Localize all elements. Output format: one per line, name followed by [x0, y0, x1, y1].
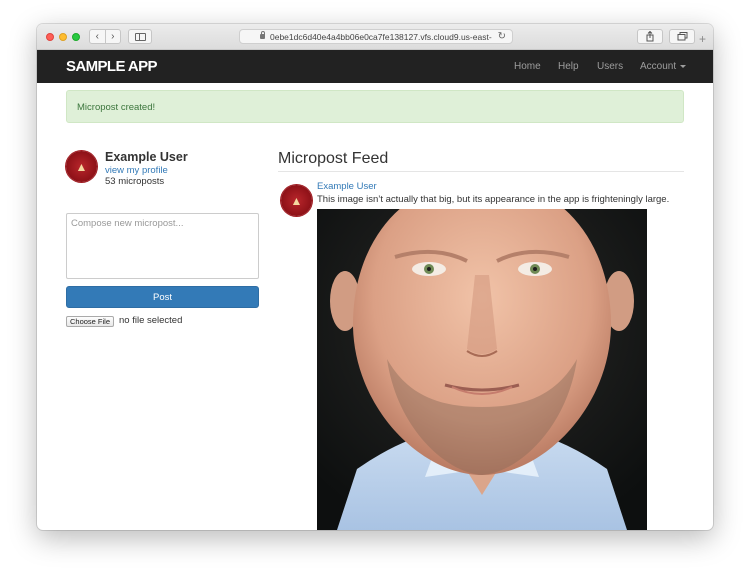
sidebar-toggle-button[interactable] — [128, 29, 152, 44]
choose-file-button[interactable]: Choose File — [66, 316, 115, 327]
micropost-input[interactable] — [66, 213, 259, 279]
flash-message: Micropost created! — [77, 102, 156, 113]
file-status: no file selected — [119, 315, 183, 326]
micropost-count: 53 microposts — [105, 176, 165, 187]
graduation-cap-icon: ▲ — [75, 159, 88, 174]
browser-window: ‹ › 0ebe1dc6d40e4a4bb06e0ca7fe138127.vfs… — [37, 24, 713, 530]
avatar[interactable]: ▲ — [281, 185, 312, 216]
zoom-window-button[interactable] — [72, 33, 80, 41]
address-bar[interactable]: 0ebe1dc6d40e4a4bb06e0ca7fe138127.vfs.clo… — [239, 29, 513, 44]
sidebar-icon — [134, 32, 146, 41]
history-nav-group: ‹ › — [89, 29, 121, 44]
nav-home-link[interactable]: Home — [514, 61, 541, 72]
forward-icon[interactable]: › — [104, 30, 121, 43]
nav-help-link[interactable]: Help — [558, 61, 579, 72]
plus-icon[interactable]: + — [699, 32, 706, 46]
view-profile-link[interactable]: view my profile — [105, 165, 168, 176]
minimize-window-button[interactable] — [59, 33, 67, 41]
flash-success: Micropost created! — [66, 90, 684, 123]
site-navbar: SAMPLE APP Home Help Users Account — [37, 50, 713, 83]
nav-account-dropdown[interactable]: Account — [640, 61, 687, 72]
caret-down-icon — [680, 64, 687, 68]
reload-icon[interactable]: ↻ — [498, 31, 506, 42]
lock-icon — [260, 31, 265, 39]
user-name: Example User — [105, 150, 188, 164]
divider — [278, 171, 684, 172]
micropost-user-link[interactable]: Example User — [317, 181, 377, 192]
nav-users-link[interactable]: Users — [597, 61, 623, 72]
tabs-icon — [677, 32, 687, 41]
tab-overview-button[interactable] — [669, 29, 695, 44]
account-label: Account — [640, 61, 677, 72]
micropost-content: This image isn’t actually that big, but … — [317, 194, 670, 205]
micropost-image — [317, 209, 647, 530]
close-window-button[interactable] — [46, 33, 54, 41]
feed-title: Micropost Feed — [278, 150, 389, 167]
browser-toolbar: ‹ › 0ebe1dc6d40e4a4bb06e0ca7fe138127.vfs… — [37, 24, 713, 50]
avatar[interactable]: ▲ — [66, 151, 97, 182]
logo[interactable]: SAMPLE APP — [66, 58, 158, 75]
share-button[interactable] — [637, 29, 663, 44]
back-icon[interactable]: ‹ — [90, 30, 105, 43]
graduation-cap-icon: ▲ — [290, 193, 303, 208]
post-button[interactable]: Post — [66, 286, 259, 308]
share-icon — [646, 31, 654, 42]
url-text: 0ebe1dc6d40e4a4bb06e0ca7fe138127.vfs.clo… — [270, 31, 492, 42]
